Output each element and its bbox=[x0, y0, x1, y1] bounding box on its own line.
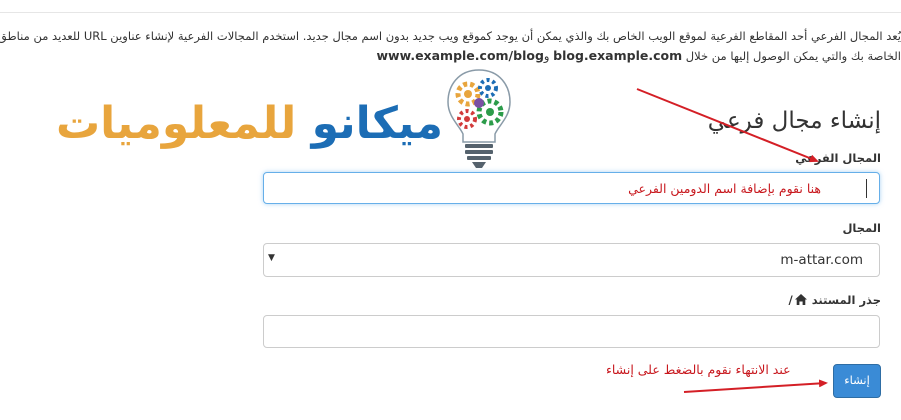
page-title: إنشاء مجال فرعي bbox=[707, 108, 881, 134]
domain-selected-value: m-attar.com bbox=[780, 252, 863, 268]
logo-text: ميكانو للمعلوميات bbox=[56, 94, 443, 160]
home-icon bbox=[794, 294, 807, 305]
example-url-subdomain: blog.example.com bbox=[553, 48, 683, 63]
domain-select[interactable]: ▼ m-attar.com bbox=[263, 243, 880, 277]
logo-word-2: للمعلوميات bbox=[55, 98, 297, 149]
subdomain-annotation: هنا نقوم بإضافة اسم الدومين الفرعي bbox=[628, 181, 821, 196]
example-url-path: www.example.com/blog bbox=[376, 48, 544, 63]
create-button[interactable]: إنشاء bbox=[833, 364, 881, 398]
intro-line-2-text: الخاصة بك والتي يمكن الوصول إليها من خلا… bbox=[685, 49, 901, 63]
create-annotation: عند الانتهاء نقوم بالضغط على إنشاء bbox=[606, 362, 791, 377]
intro-conjunction: و bbox=[543, 49, 550, 63]
subdomain-input[interactable]: هنا نقوم بإضافة اسم الدومين الفرعي bbox=[263, 172, 880, 204]
lightbulb-gears-icon bbox=[447, 69, 511, 168]
document-root-input[interactable] bbox=[263, 315, 880, 348]
document-root-label: جذر المستند / bbox=[789, 293, 881, 307]
dropdown-arrow-icon[interactable]: ▼ bbox=[268, 253, 275, 263]
domain-label: المجال bbox=[842, 221, 881, 235]
arrow-to-create-button bbox=[683, 379, 828, 393]
intro-line-1: يُعد المجال الفرعي أحد المقاطع الفرعية ل… bbox=[0, 29, 901, 43]
subdomain-label: المجال الفرعي bbox=[795, 151, 881, 165]
document-root-label-text: جذر المستند bbox=[811, 293, 881, 307]
watermark-logo: ميكانو للمعلوميات bbox=[56, 62, 518, 170]
path-slash: / bbox=[788, 293, 793, 307]
intro-line-2: الخاصة بك والتي يمكن الوصول إليها من خلا… bbox=[0, 48, 901, 63]
top-divider bbox=[0, 12, 901, 13]
text-cursor bbox=[866, 179, 867, 198]
logo-word-1: ميكانو bbox=[311, 98, 443, 149]
